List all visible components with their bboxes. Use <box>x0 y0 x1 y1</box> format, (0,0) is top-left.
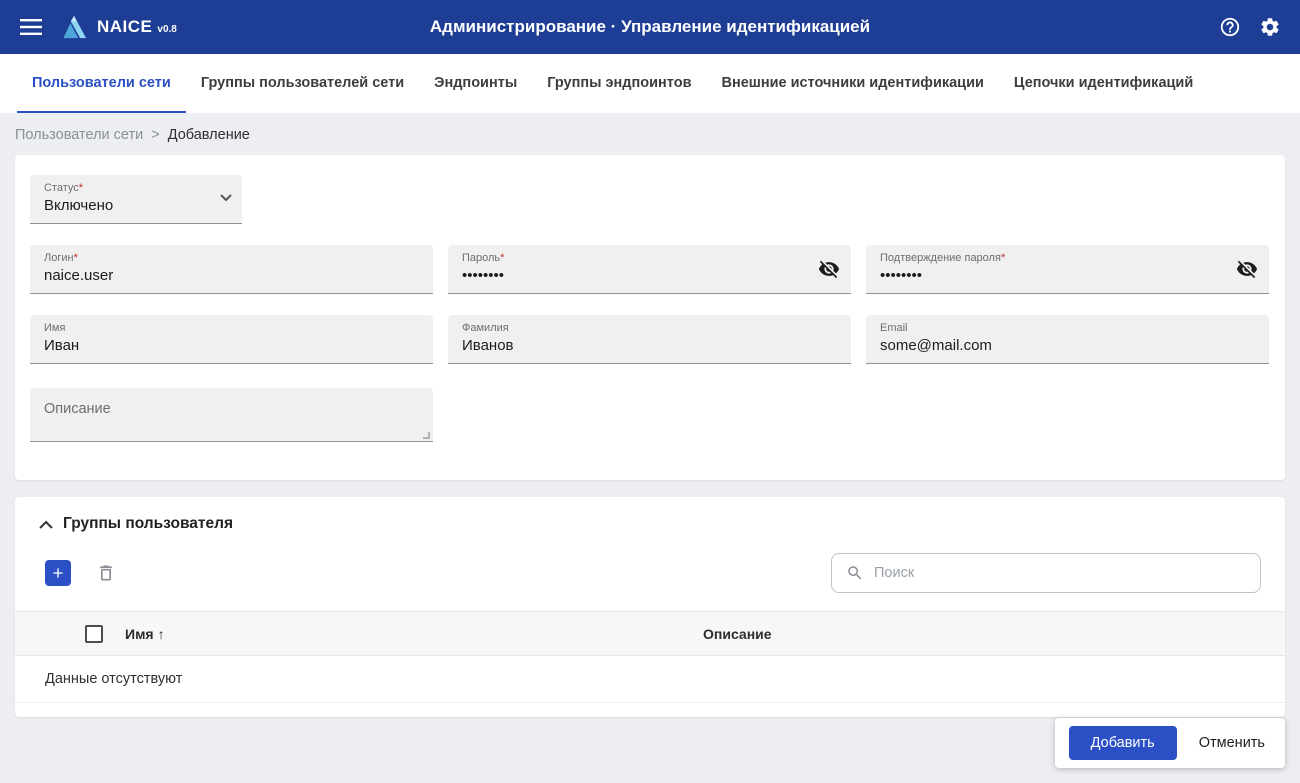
footer-action-bar: Добавить Отменить <box>1054 718 1285 768</box>
submit-button[interactable]: Добавить <box>1068 726 1177 760</box>
table-empty-state: Данные отсутствуют <box>15 656 1285 703</box>
password-value: •••••••• <box>462 267 505 284</box>
tab-network-users[interactable]: Пользователи сети <box>17 54 186 113</box>
breadcrumb-separator: > <box>151 127 160 143</box>
status-label: Статус* <box>44 182 84 194</box>
name-column-label: Имя <box>125 625 154 642</box>
magnifier-icon <box>848 566 862 580</box>
search-box <box>831 553 1261 593</box>
status-value: Включено <box>44 197 114 214</box>
page-title: Администрирование · Управление идентифик… <box>429 17 871 36</box>
table-header-row: Имя ↑ Описание <box>15 611 1285 656</box>
help-circle-icon[interactable] <box>1218 15 1242 39</box>
tab-endpoints[interactable]: Эндпоинты <box>419 54 532 113</box>
first-name-label: Имя <box>44 322 66 334</box>
groups-section-title: Группы пользователя <box>63 515 234 532</box>
email-value: some@mail.com <box>880 337 992 354</box>
required-mark: * <box>73 252 78 264</box>
first-name-field[interactable]: Имя Иван <box>30 315 433 364</box>
select-all-checkbox[interactable] <box>85 624 103 643</box>
breadcrumb-current: Добавление <box>167 127 250 143</box>
description-field[interactable]: Описание <box>30 388 433 442</box>
tab-network-user-groups[interactable]: Группы пользователей сети <box>186 54 419 113</box>
tab-external-identity-sources[interactable]: Внешние источники идентификации <box>706 54 998 113</box>
plus-icon <box>53 568 63 578</box>
app-name: NAICE <box>97 17 153 36</box>
email-field[interactable]: Email some@mail.com <box>866 315 1269 364</box>
password-label: Пароль* <box>462 252 505 264</box>
groups-toolbar <box>15 533 1285 611</box>
sort-ascending-icon: ↑ <box>157 625 165 642</box>
password-confirm-value: •••••••• <box>880 267 923 284</box>
user-groups-card: Группы пользователя Им <box>15 497 1285 717</box>
tab-bar: Пользователи сети Группы пользователей с… <box>0 54 1300 113</box>
last-name-field[interactable]: Фамилия Иванов <box>448 315 851 364</box>
trash-icon <box>100 565 112 581</box>
login-value: naice.user <box>44 267 114 284</box>
tab-identity-chains[interactable]: Цепочки идентификаций <box>999 54 1208 113</box>
user-form-card: Статус* Включено Логин* naice.user Парол… <box>15 155 1285 480</box>
breadcrumb-parent[interactable]: Пользователи сети <box>15 127 143 143</box>
naice-logo-icon <box>63 15 87 39</box>
required-mark: * <box>78 182 84 194</box>
hamburger-icon[interactable] <box>18 14 44 40</box>
column-header-name[interactable]: Имя ↑ <box>125 626 703 642</box>
last-name-value: Иванов <box>462 337 514 354</box>
password-confirm-field[interactable]: Подтверждение пароля* •••••••• <box>866 245 1269 294</box>
login-label: Логин* <box>44 252 78 264</box>
password-field[interactable]: Пароль* •••••••• <box>448 245 851 294</box>
eye-off-icon[interactable] <box>817 257 841 281</box>
password-confirm-label: Подтверждение пароля* <box>880 252 1006 264</box>
chevron-down-icon <box>220 194 232 202</box>
email-label: Email <box>880 322 908 334</box>
groups-section-header[interactable]: Группы пользователя <box>15 515 1285 533</box>
add-group-button[interactable] <box>45 560 71 586</box>
last-name-label: Фамилия <box>462 322 509 334</box>
cancel-button[interactable]: Отменить <box>1199 735 1265 751</box>
gear-icon[interactable] <box>1258 15 1282 39</box>
login-field[interactable]: Логин* naice.user <box>30 245 433 294</box>
tab-endpoint-groups[interactable]: Группы эндпоинтов <box>532 54 706 113</box>
app-version: v0.8 <box>157 23 177 35</box>
app-logo: NAICE v0.8 <box>60 14 177 40</box>
description-label: Описание <box>44 401 111 417</box>
required-mark: * <box>500 252 505 264</box>
breadcrumb: Пользователи сети > Добавление <box>0 113 1300 155</box>
first-name-value: Иван <box>44 337 80 354</box>
top-bar: NAICE v0.8 Администрирование · Управлени… <box>0 0 1300 54</box>
search-input[interactable] <box>874 565 1246 581</box>
status-select[interactable]: Статус* Включено <box>30 175 242 224</box>
column-header-description: Описание <box>703 625 772 642</box>
delete-group-button[interactable] <box>93 560 119 586</box>
chevron-up-icon <box>39 520 53 529</box>
required-mark: * <box>1000 252 1006 264</box>
resize-handle[interactable] <box>423 432 430 439</box>
eye-off-icon[interactable] <box>1235 257 1259 281</box>
